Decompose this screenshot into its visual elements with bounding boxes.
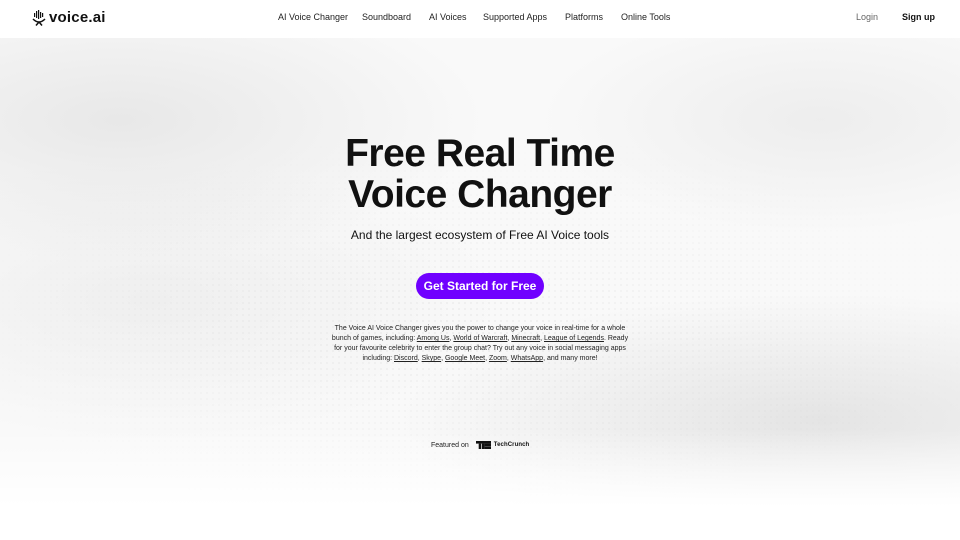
logo-text: voice.ai — [49, 9, 106, 26]
link-among-us[interactable]: Among Us — [417, 335, 450, 342]
featured-label: Featured on — [431, 441, 469, 449]
top-navbar: voice.ai AI Voice Changer Soundboard AI … — [0, 0, 960, 38]
nav-supported-apps[interactable]: Supported Apps — [483, 12, 547, 22]
nav-soundboard[interactable]: Soundboard — [362, 12, 411, 22]
techcrunch-text: TechCrunch — [493, 442, 530, 448]
description-paragraph: The Voice AI Voice Changer gives you the… — [328, 324, 632, 364]
hero-title: Free Real Time Voice Changer — [0, 133, 960, 215]
link-whatsapp[interactable]: WhatsApp — [511, 355, 543, 362]
get-started-button[interactable]: Get Started for Free — [416, 273, 544, 299]
techcrunch-link[interactable]: TechCrunch — [475, 441, 530, 449]
link-minecraft[interactable]: Minecraft — [511, 335, 540, 342]
link-skype[interactable]: Skype — [422, 355, 441, 362]
techcrunch-logo-icon — [475, 441, 491, 449]
hero-title-line-2: Voice Changer — [348, 173, 612, 216]
login-link[interactable]: Login — [856, 12, 878, 22]
logo-link[interactable]: voice.ai — [32, 9, 106, 26]
nav-ai-voice-changer[interactable]: AI Voice Changer — [278, 12, 348, 22]
link-world-of-warcraft[interactable]: World of Warcraft — [453, 335, 507, 342]
nav-online-tools[interactable]: Online Tools — [621, 12, 670, 22]
nav-platforms[interactable]: Platforms — [565, 12, 603, 22]
hero-title-line-1: Free Real Time — [345, 132, 615, 175]
link-league-of-legends[interactable]: League of Legends — [544, 335, 604, 342]
featured-on: Featured on TechCrunch — [431, 441, 529, 449]
nav-ai-voices[interactable]: AI Voices — [429, 12, 467, 22]
description-ending: , and many more! — [543, 355, 598, 362]
hero-subtitle: And the largest ecosystem of Free AI Voi… — [350, 228, 610, 242]
link-zoom[interactable]: Zoom — [489, 355, 507, 362]
link-discord[interactable]: Discord — [394, 355, 418, 362]
voice-ai-logo-icon — [32, 9, 46, 26]
signup-link[interactable]: Sign up — [902, 12, 935, 22]
link-google-meet[interactable]: Google Meet — [445, 355, 485, 362]
